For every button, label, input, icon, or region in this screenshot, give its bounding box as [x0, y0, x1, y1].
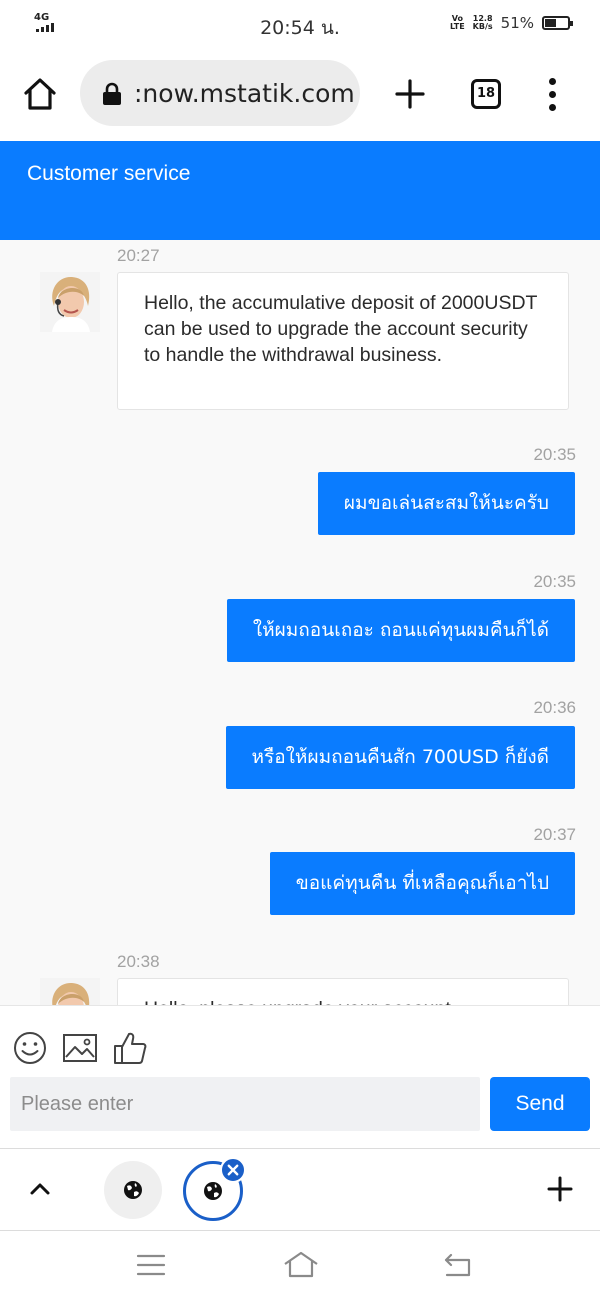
chat-window[interactable]: 20:27 Hello, the accumulative deposit of…: [0, 240, 600, 1005]
tab-thumbnail[interactable]: [104, 1161, 162, 1219]
message-time: 20:37: [533, 825, 576, 844]
outgoing-message: ให้ผมถอนเถอะ ถอนแค่ทุนผมคืนก็ได้: [226, 599, 575, 662]
volte-indicator: Vo LTE: [450, 15, 465, 31]
back-icon[interactable]: [442, 1249, 474, 1281]
outgoing-message: ขอแค่ทุนคืน ที่เหลือคุณก็เอาไป: [269, 852, 575, 915]
close-icon[interactable]: [220, 1157, 246, 1183]
composer: Send: [0, 1005, 600, 1148]
system-nav-bar: [0, 1231, 600, 1300]
incoming-message: Hello, please upgrade your account: [117, 978, 569, 1005]
new-tab-icon[interactable]: [392, 76, 428, 112]
home-icon[interactable]: [282, 1249, 320, 1281]
page-title: Customer service: [27, 162, 191, 185]
url-text: :now.mstatik.com: [134, 79, 355, 108]
address-bar[interactable]: :now.mstatik.com: [80, 60, 360, 126]
home-icon[interactable]: [22, 76, 58, 112]
image-icon[interactable]: [62, 1030, 98, 1066]
message-input[interactable]: [10, 1077, 480, 1131]
app-header: Customer service: [0, 141, 600, 240]
tab-strip: [0, 1148, 600, 1231]
outgoing-message: หรือให้ผมถอนคืนสัก 700USD ก็ยังดี: [225, 726, 575, 789]
message-time: 20:38: [117, 952, 160, 971]
tab-switcher-button[interactable]: 18: [471, 79, 501, 109]
thumbs-up-icon[interactable]: [112, 1030, 148, 1066]
battery-percent: 51%: [500, 14, 534, 32]
message-time: 20:35: [533, 445, 576, 464]
agent-avatar: [40, 272, 100, 332]
globe-icon: [204, 1182, 222, 1200]
volte-bottom: LTE: [449, 22, 465, 31]
agent-avatar: [40, 978, 100, 1005]
message-time: 20:35: [533, 572, 576, 591]
network-speed: 12.8 KB/s: [473, 15, 493, 31]
outgoing-message: ผมขอเล่นสะสมให้นะครับ: [317, 472, 575, 535]
globe-icon: [124, 1181, 142, 1199]
status-bar: 4G 20:54 น. Vo LTE 12.8 KB/s 51%: [0, 0, 600, 48]
lock-icon: [103, 82, 121, 105]
message-time: 20:27: [117, 246, 160, 265]
plus-icon[interactable]: [546, 1175, 574, 1203]
menu-icon[interactable]: [135, 1249, 167, 1281]
battery-icon: [542, 16, 573, 30]
overflow-menu-icon[interactable]: [541, 78, 565, 112]
incoming-message: Hello, the accumulative deposit of 2000U…: [117, 272, 569, 410]
send-button[interactable]: Send: [490, 1077, 590, 1131]
emoji-icon[interactable]: [12, 1030, 48, 1066]
speed-unit: KB/s: [472, 22, 493, 31]
browser-toolbar: :now.mstatik.com 18: [0, 48, 600, 140]
chevron-up-icon[interactable]: [28, 1177, 52, 1201]
message-time: 20:36: [533, 698, 576, 717]
